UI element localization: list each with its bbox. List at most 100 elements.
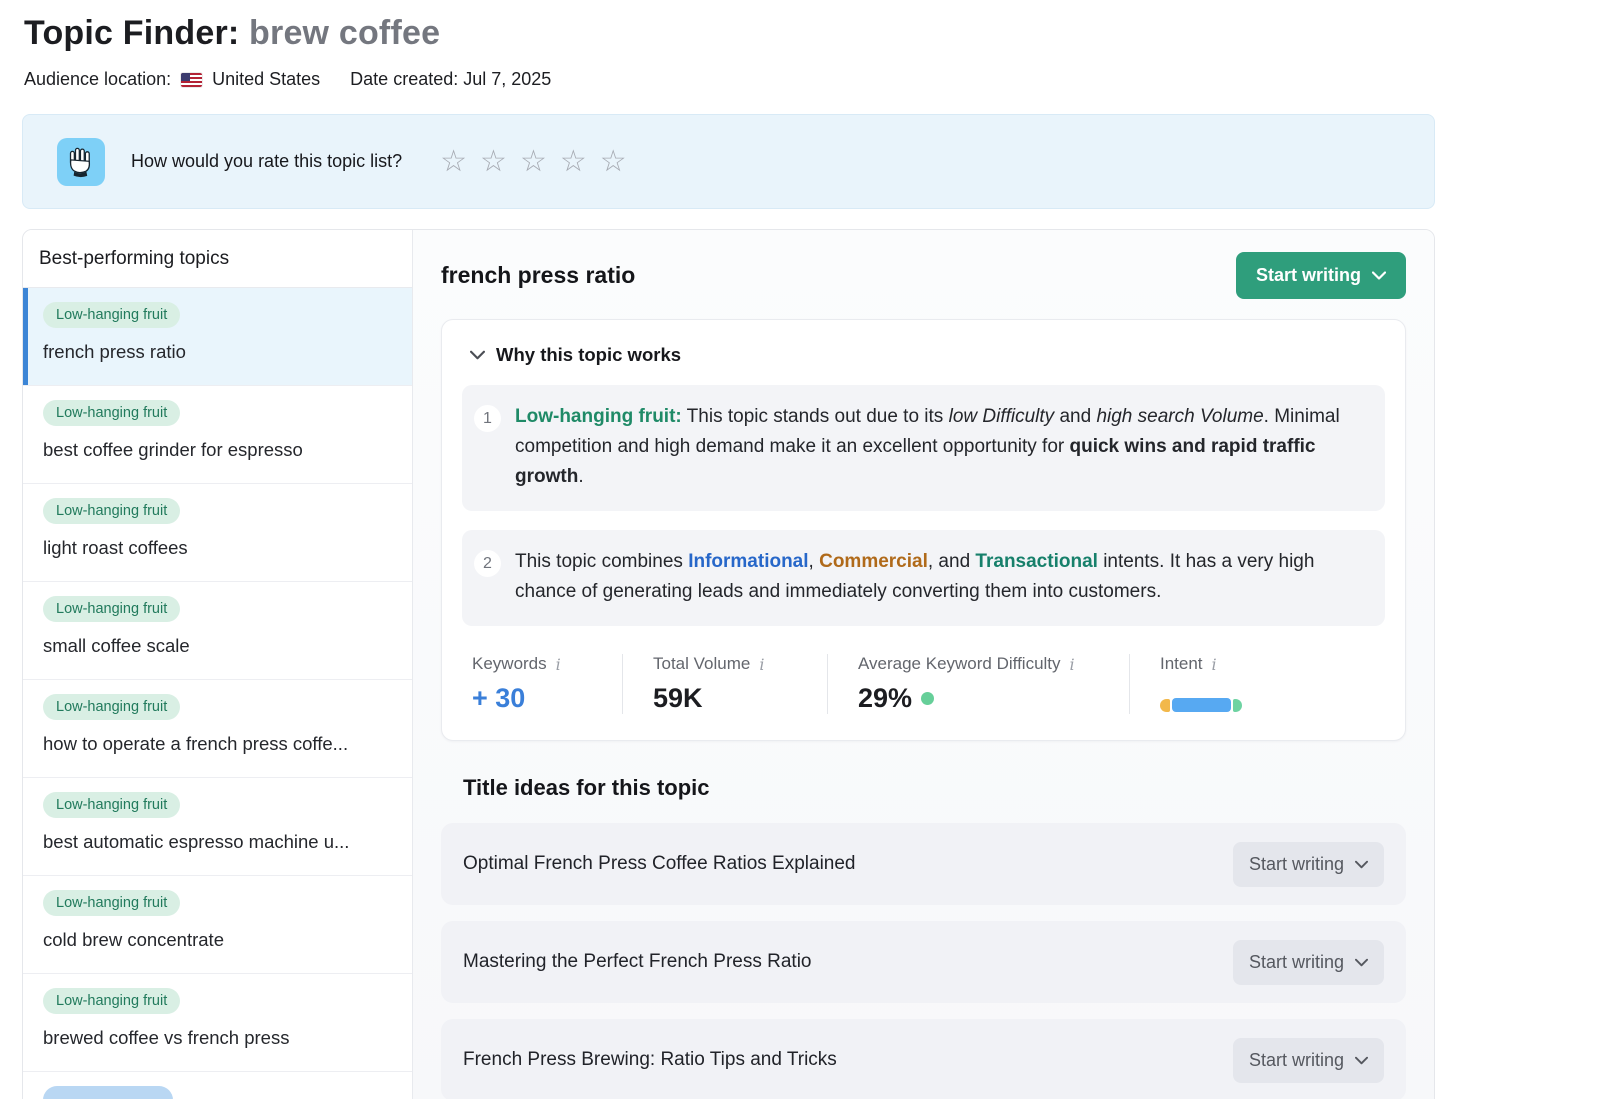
star-icon[interactable]: ☆ [440,147,467,177]
info-icon[interactable]: i [759,655,764,674]
rating-banner: How would you rate this topic list? ☆ ☆ … [22,114,1435,209]
start-writing-button[interactable]: Start writing [1233,1038,1384,1083]
point-lead: Low-hanging fruit: [515,406,682,427]
sidebar-item-topic[interactable]: Low-hanging fruit best automatic espress… [23,778,412,876]
intent-transactional-text: Transactional [975,551,1098,572]
topic-badge: Low-hanging fruit [43,694,180,720]
sidebar-item-topic[interactable]: Low-hanging fruit light roast coffees [23,484,412,582]
chevron-down-icon [1355,860,1368,869]
why-topic-works-toggle[interactable]: Why this topic works [462,344,1385,366]
start-writing-label: Start writing [1249,952,1344,973]
sidebar-item-topic[interactable]: Low-hanging fruit cold brew concentrate [23,876,412,974]
start-writing-label: Start writing [1249,1050,1344,1071]
metric-label: Total Volume [653,654,750,674]
metric-total-volume: Total Volume i 59K [622,654,827,714]
star-icon[interactable]: ☆ [560,147,587,177]
page-title: Topic Finder: brew coffee [24,14,1600,53]
metric-label: Average Keyword Difficulty [858,654,1061,674]
metric-keyword-difficulty: Average Keyword Difficulty i 29% [827,654,1129,714]
topic-label: light roast coffees [43,537,396,559]
audience-location-label: Audience location: [24,69,171,90]
start-writing-button[interactable]: Start writing [1233,940,1384,985]
point-segment: , and [928,551,976,572]
metric-label: Intent [1160,654,1203,674]
topic-detail-header: french press ratio Start writing [441,246,1406,304]
star-icon[interactable]: ☆ [480,147,507,177]
topic-badge: Low-hanging fruit [43,302,180,328]
point-segment: This topic combines [515,551,688,572]
sidebar-item-topic[interactable]: Low-hanging fruit small coffee scale [23,582,412,680]
hand-icon [57,138,105,186]
difficulty-status-dot [921,692,934,705]
info-icon[interactable]: i [556,655,561,674]
title-idea-text: Mastering the Perfect French Press Ratio [463,951,811,973]
sidebar-item-topic[interactable]: Low-hanging fruit brewed coffee vs frenc… [23,974,412,1072]
start-writing-button[interactable]: Start writing [1236,252,1406,299]
point-segment-italic: high search Volume [1096,406,1263,427]
sidebar-item-topic[interactable]: Low-hanging fruit best coffee grinder fo… [23,386,412,484]
point-segment-italic: low Difficulty [949,406,1055,427]
topic-badge: Low-hanging fruit [43,988,180,1014]
info-icon[interactable]: i [1212,655,1217,674]
topic-badge: Low-hanging fruit [43,596,180,622]
topics-workspace: Best-performing topics Low-hanging fruit… [22,229,1435,1099]
chevron-down-icon [1355,1056,1368,1065]
topic-label: best automatic espresso machine u... [43,831,396,853]
topic-title: french press ratio [441,262,635,289]
total-volume-value: 59K [653,683,801,714]
point-number: 1 [474,405,501,432]
topic-badge: Low-hanging fruit [43,498,180,524]
chevron-down-icon [1355,958,1368,967]
difficulty-value: 29% [858,683,912,714]
intent-transactional-segment [1233,699,1242,712]
star-rating: ☆ ☆ ☆ ☆ ☆ [440,147,627,177]
us-flag-icon [181,73,202,87]
why-point-1: 1 Low-hanging fruit: This topic stands o… [462,385,1385,511]
metric-keywords: Keywords i + 30 [472,654,622,714]
point-segment: This topic stands out due to its [682,406,949,427]
topic-label: how to operate a french press coffe... [43,733,396,755]
info-icon[interactable]: i [1070,655,1075,674]
date-created: Date created: Jul 7, 2025 [350,69,551,90]
start-writing-button[interactable]: Start writing [1233,842,1384,887]
page-title-prefix: Topic Finder: [24,14,249,52]
topic-metrics: Keywords i + 30 Total Volume i 59K [462,654,1385,714]
topic-label: cold brew concentrate [43,929,396,951]
sidebar-item-topic[interactable]: Low-hanging fruit how to operate a frenc… [23,680,412,778]
start-writing-label: Start writing [1249,854,1344,875]
title-idea-card: Optimal French Press Coffee Ratios Expla… [441,823,1406,905]
point-number: 2 [474,550,501,577]
rating-question: How would you rate this topic list? [131,151,402,172]
page-subheader: Audience location: United States Date cr… [24,69,1600,90]
sidebar-item-topic-partial[interactable] [23,1072,412,1099]
topic-badge: Low-hanging fruit [43,792,180,818]
point-segment: . [578,466,583,487]
intent-commercial-text: Commercial [819,551,928,572]
topic-label: french press ratio [43,341,396,363]
topic-badge: Low-hanging fruit [43,890,180,916]
title-ideas-heading: Title ideas for this topic [463,775,1406,801]
chevron-down-icon [470,350,485,360]
sidebar-title: Best-performing topics [23,230,412,288]
star-icon[interactable]: ☆ [600,147,627,177]
title-idea-card: Mastering the Perfect French Press Ratio… [441,921,1406,1003]
why-topic-works-card: Why this topic works 1 Low-hanging fruit… [441,319,1406,741]
page-title-query: brew coffee [249,14,440,52]
keywords-value: + 30 [472,683,596,714]
title-idea-text: French Press Brewing: Ratio Tips and Tri… [463,1049,837,1071]
point-text: This topic combines Informational, Comme… [515,547,1361,607]
intent-informational-segment [1172,698,1231,712]
sidebar-item-topic[interactable]: Low-hanging fruit french press ratio [23,288,412,386]
title-idea-text: Optimal French Press Coffee Ratios Expla… [463,853,856,875]
point-text: Low-hanging fruit: This topic stands out… [515,402,1361,492]
topic-detail-panel: french press ratio Start writing Why thi… [413,230,1434,1099]
star-icon[interactable]: ☆ [520,147,547,177]
topic-label: small coffee scale [43,635,396,657]
best-performing-topics-sidebar: Best-performing topics Low-hanging fruit… [23,230,413,1099]
point-segment: , [809,551,820,572]
topic-badge [43,1086,173,1099]
audience-location-value: United States [212,69,320,90]
intent-distribution-bar [1160,698,1242,712]
why-topic-works-title: Why this topic works [496,344,681,366]
why-point-2: 2 This topic combines Informational, Com… [462,530,1385,626]
